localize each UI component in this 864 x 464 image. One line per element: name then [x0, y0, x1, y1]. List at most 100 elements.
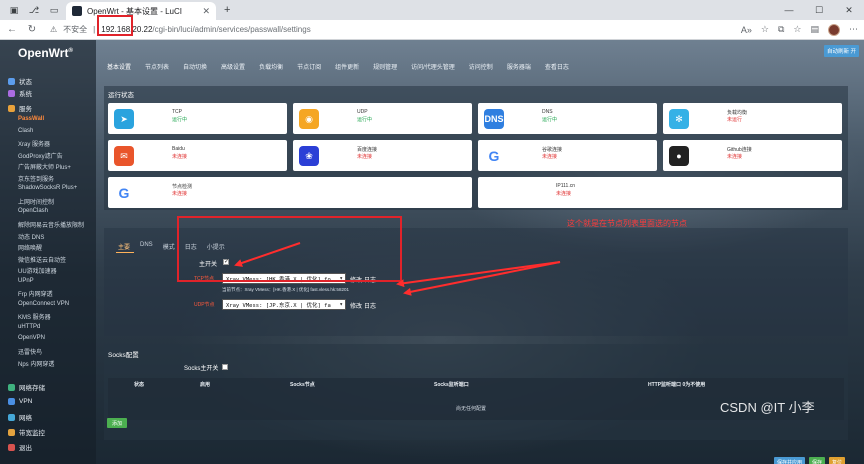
sidebar-item-1[interactable]: 系统: [8, 88, 32, 98]
insecure-label: 不安全: [63, 25, 88, 34]
footer-button-1[interactable]: 保存: [809, 457, 826, 464]
socks-empty-text: 尚无任何配置: [456, 406, 487, 412]
openwrt-logo[interactable]: OpenWrt®: [18, 46, 73, 60]
sidebar-subitem-5[interactable]: 京东签到服务: [18, 174, 54, 183]
sidebar-item-icon: [8, 383, 15, 391]
sidebar-subitem-13[interactable]: UU游戏加速器: [18, 266, 57, 275]
sidebar-subitem-15[interactable]: Frp 内网穿透: [18, 289, 53, 298]
sidebar-subitem-19[interactable]: OpenVPN: [18, 335, 45, 341]
luci-favicon-icon: [72, 6, 82, 16]
top-nav-item-11[interactable]: 查看日志: [538, 60, 576, 72]
footer-button-0[interactable]: 保存并应用: [774, 457, 806, 464]
sidebar-subitem-0[interactable]: PassWall: [18, 116, 44, 122]
sidebar-subitem-11[interactable]: 网络唤醒: [18, 243, 42, 252]
sidebar-item-bottom-3[interactable]: 带宽监控: [8, 427, 45, 437]
sidebar-subitem-17[interactable]: KMS 服务器: [18, 312, 51, 321]
udp-edit-button[interactable]: 修改: [350, 301, 362, 310]
sidebar-subitem-8[interactable]: OpenClash: [18, 208, 48, 214]
close-tab-icon[interactable]: ✕: [202, 6, 210, 17]
top-nav-item-9[interactable]: 访问控制: [462, 60, 500, 72]
top-nav-item-7[interactable]: 规则管理: [366, 60, 404, 72]
top-nav-item-3[interactable]: 高级设置: [214, 60, 252, 72]
sidebar-item-label: 状态: [19, 79, 32, 86]
top-nav-item-2[interactable]: 自动切换: [176, 60, 214, 72]
favorite-star-icon[interactable]: ☆: [761, 24, 769, 35]
sidebar-subitem-3[interactable]: GodProxy滤广告: [18, 151, 63, 160]
sidebar-item-label: 网络: [19, 415, 32, 422]
maximize-icon[interactable]: ☐: [804, 0, 834, 20]
sidebar-subitem-9[interactable]: 解除网易云音乐播放限制: [18, 220, 84, 229]
sidebar-item-bottom-4[interactable]: 退出: [8, 442, 32, 452]
sidebar-item-0[interactable]: 状态: [8, 76, 32, 86]
subtab-0[interactable]: 主要: [118, 242, 130, 251]
chevron-down-icon: ▾: [339, 301, 343, 308]
sidebar-item-label: 系统: [19, 91, 32, 98]
status-card: G 谷歌连接 未连接: [478, 140, 657, 171]
back-icon[interactable]: ←: [6, 24, 18, 35]
minimize-icon[interactable]: —: [774, 0, 804, 20]
sidebar-subitem-12[interactable]: 微信推送云自动签: [18, 255, 66, 264]
new-tab-icon[interactable]: +: [224, 4, 230, 16]
read-aloud-icon[interactable]: A»: [741, 25, 752, 35]
dns-icon: DNS: [484, 109, 504, 129]
sidebar-item-icon: [8, 413, 15, 421]
top-nav-item-10[interactable]: 服务器端: [500, 60, 538, 72]
url-field[interactable]: ⚠ 不安全 | 192.168.20.22/cgi-bin/luci/admin…: [50, 24, 311, 35]
snowflake-icon: ✻: [669, 109, 689, 129]
close-window-icon[interactable]: ✕: [834, 0, 864, 20]
socks-title: Socks配置: [108, 352, 139, 359]
auto-refresh-badge[interactable]: 自动刷新 开: [824, 45, 860, 57]
sidebar-subitem-16[interactable]: OpenConnect VPN: [18, 301, 69, 307]
top-nav-item-5[interactable]: 节点订阅: [290, 60, 328, 72]
top-nav-item-8[interactable]: 访问/代理头管理: [404, 60, 462, 72]
socks-switch-checkbox[interactable]: [222, 364, 228, 370]
browser-tab-active[interactable]: OpenWrt - 基本设置 - LuCI ✕: [66, 2, 216, 20]
sidebar-subitem-7[interactable]: 上网时间控制: [18, 197, 54, 206]
sidebar-subitem-20[interactable]: 迅雷快鸟: [18, 347, 42, 356]
collections-icon[interactable]: ▤: [810, 24, 819, 35]
sidebar-item-bottom-1[interactable]: VPN: [8, 398, 32, 405]
sidebar-subitem-10[interactable]: 动态 DNS: [18, 232, 44, 241]
window-menu-icon[interactable]: ▣: [6, 3, 22, 17]
sidebar-subitem-21[interactable]: Nps 内网穿透: [18, 359, 54, 368]
top-nav-item-1[interactable]: 节点列表: [138, 60, 176, 72]
sidebar-subitem-1[interactable]: Clash: [18, 128, 33, 134]
top-nav-item-6[interactable]: 组件更新: [328, 60, 366, 72]
socks-column-header: HTTP监听端口 0为不使用: [648, 382, 706, 388]
tab-actions-icon[interactable]: ▭: [46, 3, 62, 17]
udp-node-select[interactable]: Xray VMess: [JP.东京.X | 优化] fa ▾: [222, 299, 346, 310]
status-card-name: 百度连接: [357, 147, 378, 153]
status-card-state: 运行中: [172, 117, 188, 123]
workspaces-icon[interactable]: ⎇: [26, 3, 42, 17]
sidebar-item-bottom-2[interactable]: 网络: [8, 412, 32, 422]
top-nav-item-0[interactable]: 基本设置: [100, 60, 138, 72]
gamepad-icon: ◉: [299, 109, 319, 129]
sidebar-subitem-2[interactable]: Xray 服务器: [18, 139, 50, 148]
sidebar-item-bottom-0[interactable]: 网络存储: [8, 382, 45, 392]
subtab-2[interactable]: 模式: [163, 242, 175, 251]
udp-log-button[interactable]: 日志: [364, 301, 376, 310]
sidebar-subitem-14[interactable]: UPnP: [18, 278, 34, 284]
subtab-1[interactable]: DNS: [140, 242, 153, 251]
browser-toolbar-right: A» ☆ ⧉ ☆ ▤ ⋯: [741, 23, 858, 36]
sidebar-subitem-18[interactable]: uHTTPd: [18, 324, 40, 330]
top-nav-item-4[interactable]: 负载均衡: [252, 60, 290, 72]
status-card: ✻ 负载均衡 未运行: [663, 103, 842, 134]
socks-column-header: Socks节点: [290, 382, 315, 388]
sidebar-subitem-6[interactable]: ShadowSocksR Plus+: [18, 185, 77, 191]
annotation-highlight-nodes: [177, 216, 402, 282]
status-card-state: 未连接: [172, 154, 188, 160]
add-socks-button[interactable]: 添加: [107, 418, 127, 428]
sidebar-subitem-4[interactable]: 广告屏蔽大师 Plus+: [18, 162, 71, 171]
status-card: ● Github连接 未连接: [663, 140, 842, 171]
more-menu-icon[interactable]: ⋯: [849, 24, 858, 35]
extensions-icon[interactable]: ⧉: [778, 24, 784, 35]
url-separator: |: [93, 25, 96, 34]
sidebar-item-2[interactable]: 服务: [8, 103, 32, 113]
favorites-icon[interactable]: ☆: [793, 24, 801, 35]
status-card: DNS DNS 运行中: [478, 103, 657, 134]
footer-button-2[interactable]: 复位: [829, 457, 846, 464]
status-card-name: UDP: [357, 109, 368, 115]
profile-avatar[interactable]: [828, 23, 840, 36]
refresh-icon[interactable]: ↻: [26, 24, 38, 35]
